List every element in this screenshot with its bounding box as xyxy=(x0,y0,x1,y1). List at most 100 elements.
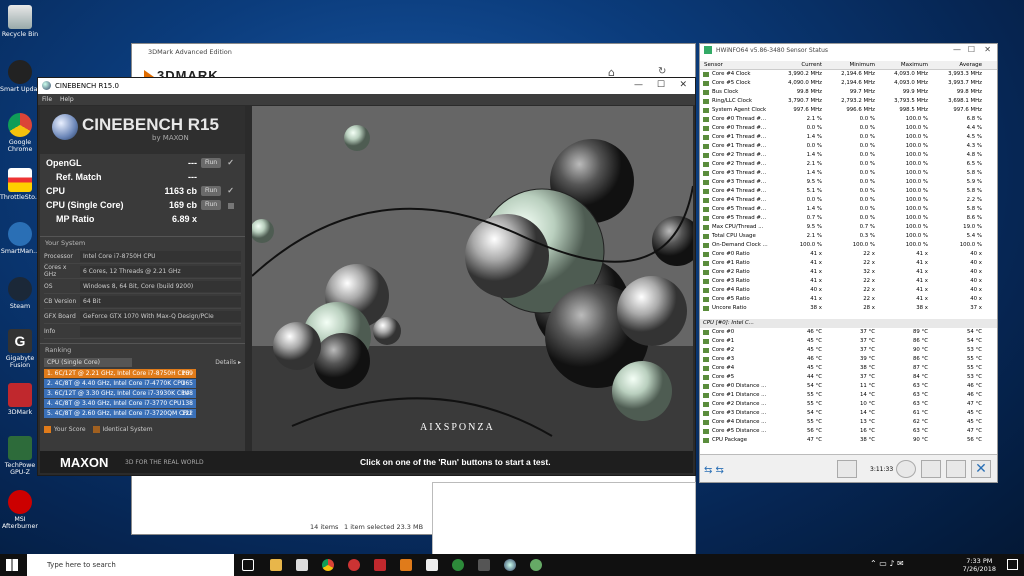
nav-arrows-icon[interactable]: ⇆ ⇆ xyxy=(704,465,724,476)
cinebench-window[interactable]: CINEBENCH R15.0 — ☐ ✕ File Help CINEBENC… xyxy=(37,77,696,476)
search-input[interactable]: Type here to search xyxy=(27,554,234,576)
run-cpu-button[interactable]: Run xyxy=(201,186,221,196)
sensor-row[interactable]: Core #2 45 °C 37 °C 90 °C 53 °C xyxy=(700,346,997,355)
close-button[interactable]: ✕ xyxy=(679,80,687,90)
smart-update-icon[interactable]: Smart Updat xyxy=(0,60,40,93)
clock-icon[interactable] xyxy=(896,460,916,478)
details-button[interactable]: Details ▸ xyxy=(215,359,241,366)
ranking-item[interactable]: 3. 6C/12T @ 3.30 GHz, Intel Core i7-3930… xyxy=(44,389,196,398)
cpu-checkbox[interactable]: ✓ xyxy=(227,186,234,195)
recycle-bin-icon[interactable]: Recycle Bin xyxy=(0,5,40,38)
sensor-row[interactable]: Core #2 Thread #... 1.4 % 0.0 % 100.0 % 4.8 … xyxy=(700,151,997,160)
task-view-icon[interactable] xyxy=(242,559,254,571)
xbox-icon[interactable] xyxy=(452,559,464,571)
refresh-icon[interactable]: ↻ xyxy=(658,66,666,77)
menu-help[interactable]: Help xyxy=(60,96,74,103)
sensor-row[interactable]: CPU Package 47 °C 38 °C 90 °C 56 °C xyxy=(700,436,997,445)
3dmark-icon[interactable]: 3DMark xyxy=(0,383,40,416)
sensor-row[interactable]: Core #1 Thread #... 0.0 % 0.0 % 100.0 % 4.3 … xyxy=(700,142,997,151)
3dmark-titlebar[interactable]: 3DMark Advanced Edition xyxy=(132,44,695,62)
maximize-button[interactable]: ☐ xyxy=(657,80,665,90)
cinebench-titlebar[interactable]: CINEBENCH R15.0 — ☐ ✕ xyxy=(38,78,695,94)
store-icon[interactable] xyxy=(296,559,308,571)
sensor-row[interactable]: Core #5 Ratio 41 x 22 x 41 x 40 x xyxy=(700,295,997,304)
system-tray-icons[interactable]: ⌃ ▭ ♪ ✉ xyxy=(870,559,904,568)
steam-icon[interactable]: Steam xyxy=(0,277,40,310)
report-icon[interactable] xyxy=(921,460,941,478)
smartmanager-icon[interactable]: SmartMan... xyxy=(0,222,40,255)
sensor-row[interactable]: Core #0 Distance ... 54 °C 11 °C 63 °C 46 °C xyxy=(700,382,997,391)
sensor-group-header[interactable]: CPU [#0]: Intel C... xyxy=(700,319,997,328)
swift-icon[interactable] xyxy=(400,559,412,571)
hwinfo-minimize-button[interactable]: — xyxy=(953,45,961,54)
sensor-row[interactable]: Ring/LLC Clock 3,790.7 MHz 2,793.2 MHz 3,79… xyxy=(700,97,997,106)
chrome-taskbar-icon[interactable] xyxy=(322,559,334,571)
sensor-row[interactable]: Max CPU/Thread ... 9.5 % 0.7 % 100.0 % 19.0 … xyxy=(700,223,997,232)
opengl-checkbox[interactable]: ✓ xyxy=(227,158,234,167)
3dmark-taskbar-icon[interactable] xyxy=(374,559,386,571)
sensor-row[interactable]: System Agent Clock 997.6 MHz 996.6 MHz 998.… xyxy=(700,106,997,115)
sensor-row[interactable]: Core #5 44 °C 37 °C 84 °C 53 °C xyxy=(700,373,997,382)
clock[interactable]: 7:33 PM 7/26/2018 xyxy=(963,557,996,573)
sensor-row[interactable]: Core #1 45 °C 37 °C 86 °C 54 °C xyxy=(700,337,997,346)
sensor-row[interactable]: Core #3 Distance ... 54 °C 14 °C 61 °C 45 °C xyxy=(700,409,997,418)
sensor-row[interactable]: Core #1 Thread #... 1.4 % 0.0 % 100.0 % 4.5 … xyxy=(700,133,997,142)
sensor-row[interactable]: Total CPU Usage 2.1 % 0.3 % 100.0 % 5.4 % xyxy=(700,232,997,241)
sensor-row[interactable]: Core #4 Thread #... 0.0 % 0.0 % 100.0 % 2.2 … xyxy=(700,196,997,205)
sensor-row[interactable]: Core #0 46 °C 37 °C 89 °C 54 °C xyxy=(700,328,997,337)
hwinfo-titlebar[interactable]: HWiNFO64 v5.86-3480 Sensor Status — ☐ ✕ xyxy=(700,44,997,57)
gigabyte-fusion-icon[interactable]: G Gigabyte Fusion xyxy=(0,329,40,369)
run-opengl-button[interactable]: Run xyxy=(201,158,221,168)
sensor-row[interactable]: Core #1 Distance ... 55 °C 14 °C 63 °C 46 °C xyxy=(700,391,997,400)
google-chrome-icon[interactable]: Google Chrome xyxy=(0,113,40,153)
throttlestop-icon[interactable]: ThrottleSto... xyxy=(0,168,41,201)
sensor-row[interactable]: Core #0 Thread #... 2.1 % 0.0 % 100.0 % 6.8 … xyxy=(700,115,997,124)
sensor-row[interactable]: Uncore Ratio 38 x 28 x 38 x 37 x xyxy=(700,304,997,313)
ranking-item[interactable]: 5. 4C/8T @ 2.60 GHz, Intel Core i7-3720Q… xyxy=(44,409,196,418)
sensor-row[interactable]: Core #5 Thread #... 1.4 % 0.0 % 100.0 % 5.8 … xyxy=(700,205,997,214)
close-sensors-icon[interactable]: ✕ xyxy=(971,460,991,478)
notifications-icon[interactable] xyxy=(1007,559,1018,570)
hwinfo-close-button[interactable]: ✕ xyxy=(984,45,991,54)
sensor-row[interactable]: Core #0 Thread #... 0.0 % 0.0 % 100.0 % 4.4 … xyxy=(700,124,997,133)
sensor-row[interactable]: Core #4 Distance ... 55 °C 13 °C 62 °C 45 °C xyxy=(700,418,997,427)
sensor-row[interactable]: Core #3 46 °C 39 °C 86 °C 55 °C xyxy=(700,355,997,364)
sensor-row[interactable]: Core #3 Thread #... 1.4 % 0.0 % 100.0 % 5.8 … xyxy=(700,169,997,178)
sensor-row[interactable]: Core #2 Distance ... 55 °C 10 °C 63 °C 47 °C xyxy=(700,400,997,409)
sensor-row[interactable]: Core #2 Ratio 41 x 32 x 41 x 40 x xyxy=(700,268,997,277)
minimize-button[interactable]: — xyxy=(634,80,643,90)
hwinfo-window[interactable]: HWiNFO64 v5.86-3480 Sensor Status — ☐ ✕ … xyxy=(699,43,998,483)
sensor-row[interactable]: Core #4 Ratio 40 x 22 x 41 x 40 x xyxy=(700,286,997,295)
cpu-single-checkbox[interactable] xyxy=(228,203,234,209)
sensor-row[interactable]: Core #5 Thread #... 0.7 % 0.0 % 100.0 % 8.6 … xyxy=(700,214,997,223)
menu-file[interactable]: File xyxy=(42,96,52,103)
app-taskbar-icon[interactable] xyxy=(426,559,438,571)
sensor-row[interactable]: Core #5 Clock 4,090.0 MHz 2,194.6 MHz 4,093… xyxy=(700,79,997,88)
gpu-z-icon[interactable]: TechPowe GPU-Z xyxy=(0,436,40,476)
windows-start-icon[interactable] xyxy=(6,559,18,571)
app2-taskbar-icon[interactable] xyxy=(478,559,490,571)
ranking-item[interactable]: 1. 6C/12T @ 2.21 GHz, Intel Core i7-8750… xyxy=(44,369,196,378)
sensor-row[interactable]: Core #4 Thread #... 5.1 % 0.0 % 100.0 % 5.8 … xyxy=(700,187,997,196)
hwinfo-maximize-button[interactable]: ☐ xyxy=(968,45,975,54)
sensor-row[interactable]: Core #1 Ratio 41 x 22 x 41 x 40 x xyxy=(700,259,997,268)
sensor-row[interactable]: Core #3 Thread #... 9.5 % 0.0 % 100.0 % 5.9 … xyxy=(700,178,997,187)
hwinfo-taskbar-icon[interactable] xyxy=(530,559,542,571)
sensor-row[interactable]: Bus Clock 99.8 MHz 99.7 MHz 99.9 MHz 99.8 MH… xyxy=(700,88,997,97)
msi-afterburner-icon[interactable]: MSI Afterburner xyxy=(0,490,40,530)
sensor-row[interactable]: Core #4 Clock 3,990.2 MHz 2,194.6 MHz 4,093… xyxy=(700,70,997,79)
cinebench-taskbar-icon[interactable] xyxy=(504,559,516,571)
sensor-row[interactable]: Core #5 Distance ... 56 °C 16 °C 63 °C 47 °C xyxy=(700,427,997,436)
ranking-item[interactable]: 4. 4C/8T @ 3.40 GHz, Intel Core i7-3770 … xyxy=(44,399,196,408)
network-icon[interactable] xyxy=(837,460,857,478)
sensor-row[interactable]: Core #4 45 °C 38 °C 87 °C 55 °C xyxy=(700,364,997,373)
settings-icon[interactable] xyxy=(946,460,966,478)
run-cpu-single-button[interactable]: Run xyxy=(201,200,221,210)
t-app-icon[interactable] xyxy=(348,559,360,571)
ranking-item[interactable]: 2. 4C/8T @ 4.40 GHz, Intel Core i7-4770K… xyxy=(44,379,196,388)
ranking-select[interactable]: CPU (Single Core) xyxy=(44,357,132,367)
sensor-row[interactable]: On-Demand Clock ... 100.0 % 100.0 % 100.0 %… xyxy=(700,241,997,250)
file-explorer-icon[interactable] xyxy=(270,559,282,571)
sensor-row[interactable]: Core #3 Ratio 41 x 22 x 41 x 40 x xyxy=(700,277,997,286)
sensor-row[interactable]: Core #0 Ratio 41 x 22 x 41 x 40 x xyxy=(700,250,997,259)
